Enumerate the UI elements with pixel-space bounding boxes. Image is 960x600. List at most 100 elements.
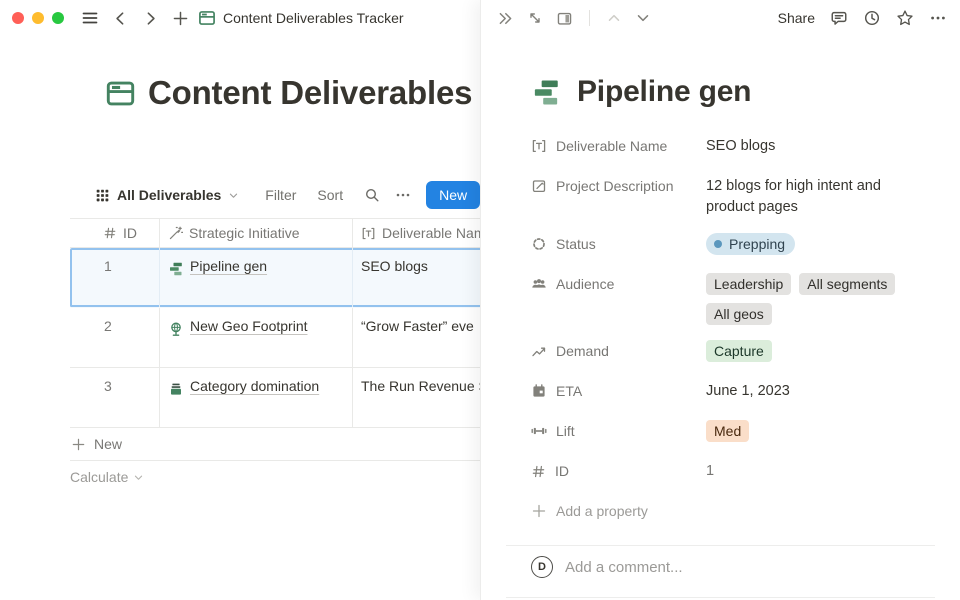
tag-pill: Capture [706,340,772,362]
comments-icon[interactable] [830,9,848,27]
comment-input[interactable]: Add a comment... [565,559,683,576]
peek-panel: Share Pipeline gen [480,0,960,600]
property-project-description[interactable]: Project Description [531,172,706,200]
plus-icon [71,437,86,452]
previous-record-icon[interactable] [606,10,622,26]
next-record-icon[interactable] [635,10,651,26]
record-link[interactable]: Category domination [190,378,319,394]
property-value[interactable]: Prepping [706,230,795,255]
notion-window: Content Deliverables Tracker Content Del… [0,0,960,600]
more-options-dots-icon[interactable] [929,9,947,27]
filter-button[interactable]: Filter [265,187,296,203]
new-tab-button[interactable] [172,10,189,27]
property-status[interactable]: Status [531,230,706,258]
add-property-button[interactable]: Add a property [531,497,920,525]
property-row: ID 1 [531,457,920,485]
new-record-button[interactable]: New [426,181,480,209]
record-icon[interactable] [531,77,562,108]
property-row: Project Description 12 blogs for high in… [531,172,920,218]
property-eta[interactable]: ETA [531,377,706,405]
status-pill: Prepping [706,233,795,255]
avatar: D [531,556,553,578]
peek-topbar: Share [481,0,960,36]
plus-icon [531,503,547,519]
property-value[interactable]: Capture [706,337,772,362]
sort-button[interactable]: Sort [317,187,343,203]
property-deliverable-name[interactable]: Deliverable Name [531,132,706,160]
property-value[interactable]: SEO blogs [706,132,775,157]
table-view-grid-icon [95,188,110,203]
side-peek-icon[interactable] [556,10,573,27]
property-value[interactable]: June 1, 2023 [706,377,790,402]
cell-strategic-initiative[interactable]: New Geo Footprint [160,308,353,367]
cell-strategic-initiative[interactable]: Pipeline gen [160,248,353,307]
status-spinner-icon [531,236,547,252]
page-icon [198,9,216,27]
property-row: Deliverable Name SEO blogs [531,132,920,160]
property-row: Status Prepping [531,230,920,258]
comment-composer[interactable]: D Add a comment... [531,556,930,578]
tag-pill: Leadership [706,273,791,295]
expand-page-icon[interactable] [527,10,543,26]
record-link[interactable]: Pipeline gen [190,258,267,274]
view-switcher[interactable]: All Deliverables [95,187,239,203]
wand-icon [168,226,183,241]
property-audience[interactable]: Audience [531,270,706,298]
tag-pill: All segments [799,273,895,295]
back-button[interactable] [112,10,129,27]
gantt-bars-icon [168,261,184,277]
title-icon [531,138,547,154]
property-value[interactable]: Med [706,417,749,442]
close-window-button[interactable] [12,12,24,24]
property-row: Lift Med [531,417,920,445]
cell-strategic-initiative[interactable]: Category domination [160,368,353,427]
column-header-id[interactable]: ID [70,219,160,247]
trend-chart-icon [531,343,547,359]
property-demand[interactable]: Demand [531,337,706,365]
property-value[interactable]: 1 [706,457,714,482]
comments-divider [506,545,935,546]
stack-icon [168,381,184,397]
column-header-strategic-initiative[interactable]: Strategic Initiative [160,219,353,247]
favorite-star-icon[interactable] [896,9,914,27]
zoom-window-button[interactable] [52,12,64,24]
record-link[interactable]: New Geo Footprint [190,318,308,334]
main-topbar: Content Deliverables Tracker [0,0,480,36]
cell-id[interactable]: 1 [70,248,160,307]
property-value[interactable]: Leadership All segments All geos [706,270,918,325]
cell-id[interactable]: 2 [70,308,160,367]
property-row: ETA June 1, 2023 [531,377,920,405]
new-button-label: New [426,181,478,209]
chevron-down-icon [133,472,144,483]
search-icon[interactable] [364,187,380,203]
tag-pill: Med [706,420,749,442]
close-peek-icon[interactable] [497,10,514,27]
sidebar-menu-icon[interactable] [81,9,99,27]
traffic-lights [12,12,64,24]
property-value[interactable]: 12 blogs for high intent and product pag… [706,172,918,218]
title-icon [361,226,376,241]
view-options-dots-icon[interactable] [395,187,411,203]
record-title[interactable]: Pipeline gen [577,75,751,109]
calculate-button[interactable]: Calculate [70,463,144,491]
people-icon [531,276,547,292]
calendar-icon [531,383,547,399]
share-button[interactable]: Share [778,10,815,26]
breadcrumb-title: Content Deliverables Tracker [223,10,404,26]
property-list: Deliverable Name SEO blogs Project Descr… [531,132,920,525]
status-dot-icon [714,240,722,248]
tag-pill: All geos [706,303,772,325]
view-toolbar: All Deliverables Filter Sort New [95,181,480,209]
property-lift[interactable]: Lift [531,417,706,445]
property-id[interactable]: ID [531,457,706,485]
property-row: Demand Capture [531,337,920,365]
page-icon[interactable] [105,78,136,109]
globe-icon [168,321,184,337]
minimize-window-button[interactable] [32,12,44,24]
hash-icon [531,464,546,479]
history-clock-icon[interactable] [863,9,881,27]
cell-id[interactable]: 3 [70,368,160,427]
view-name: All Deliverables [117,187,221,203]
chevron-down-icon [228,190,239,201]
forward-button[interactable] [142,10,159,27]
